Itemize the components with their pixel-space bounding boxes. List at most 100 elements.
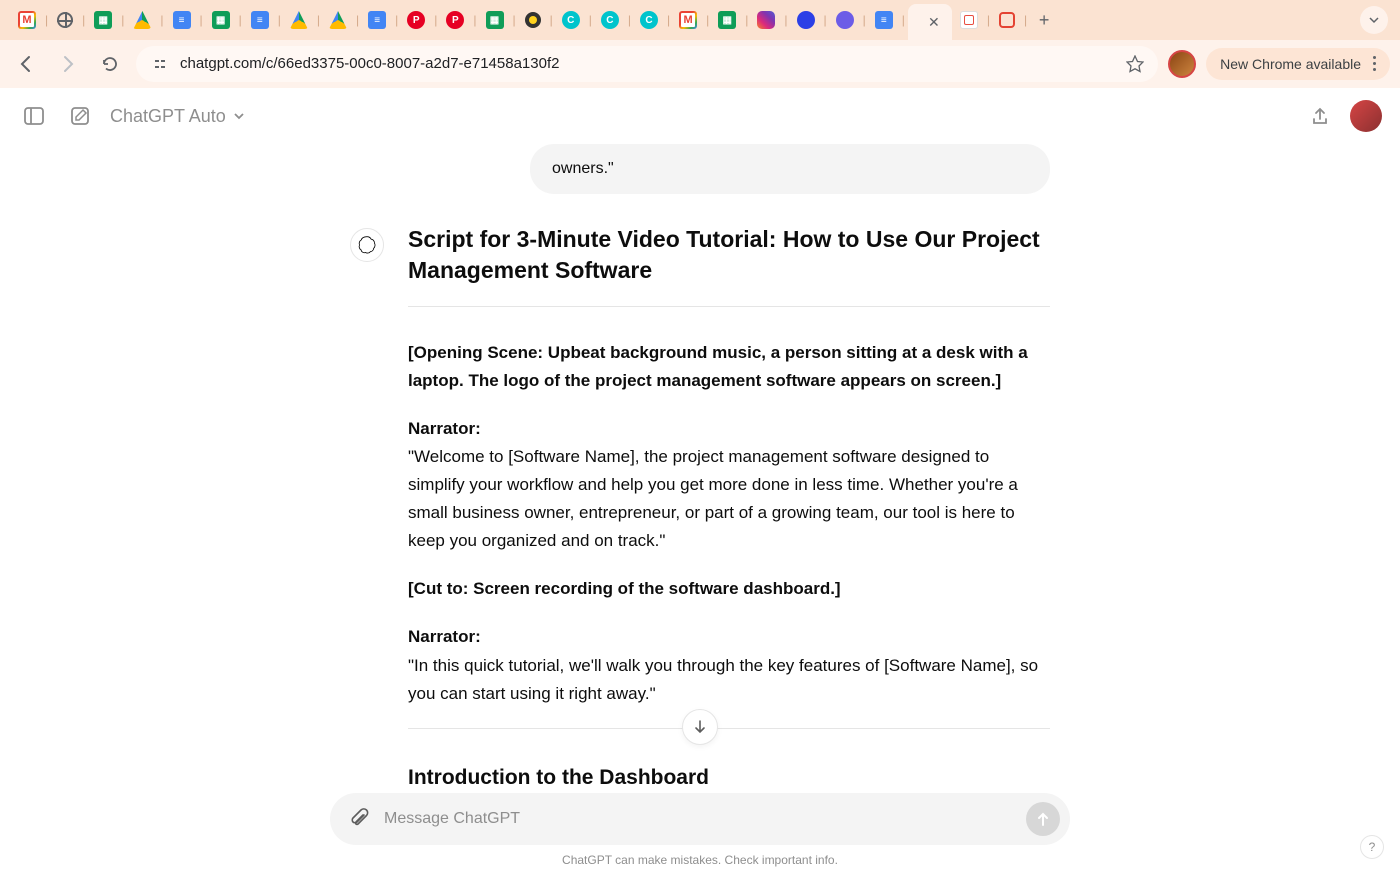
sheets-icon: ▦ [486,11,504,29]
model-selector[interactable]: ChatGPT Auto [110,106,246,127]
forward-button[interactable] [52,48,84,80]
sidebar-toggle-button[interactable] [18,100,50,132]
tab-blue[interactable] [791,7,821,33]
tab-close-button[interactable]: ✕ [926,14,942,30]
circle-icon [797,11,815,29]
tab-gmail[interactable] [12,7,42,33]
tab-drive[interactable] [323,7,353,33]
tab-separator: | [705,13,710,27]
circle-icon [836,11,854,29]
tab-separator: | [433,13,438,27]
hf-icon [525,12,541,28]
tab-gmail[interactable] [673,7,703,33]
tab-separator: | [512,13,517,27]
attach-button[interactable] [346,805,374,833]
tab-separator: | [394,13,399,27]
help-button[interactable]: ? [1360,835,1384,859]
tab-chatgpt-active[interactable]: ✕ [908,4,952,40]
reload-icon [101,55,119,73]
divider [408,728,1050,729]
star-icon [1126,55,1144,73]
tab-separator: | [901,13,906,27]
tab-sheets[interactable]: ▦ [480,7,510,33]
tab-separator: | [823,13,828,27]
tab-separator: | [355,13,360,27]
tab-separator: | [238,13,243,27]
pinterest-icon: P [407,11,425,29]
tab-separator: | [783,13,788,27]
reload-button[interactable] [94,48,126,80]
docs-icon: ≡ [251,11,269,29]
tab-docs[interactable]: ≡ [362,7,392,33]
site-settings-icon[interactable] [150,54,170,74]
upload-icon [1310,106,1330,126]
tab-sheets[interactable]: ▦ [206,7,236,33]
chevron-down-icon [232,109,246,123]
composer-area: ChatGPT can make mistakes. Check importa… [0,793,1400,875]
tab-purple[interactable] [830,7,860,33]
user-avatar[interactable] [1350,100,1382,132]
tab-docs[interactable]: ≡ [167,7,197,33]
tab-separator: | [744,13,749,27]
canva-icon: C [640,11,658,29]
chevron-down-icon [1368,14,1380,26]
tab-todoist[interactable] [993,8,1021,32]
tab-canva[interactable]: C [595,7,625,33]
message-composer[interactable] [330,793,1070,845]
tab-search-button[interactable] [1360,6,1388,34]
tab-separator: | [199,13,204,27]
tab-drive[interactable] [127,7,157,33]
tab-globe[interactable] [51,8,79,32]
tab-insta[interactable] [751,7,781,33]
shortcut-icon [960,11,978,29]
tab-shortcut[interactable] [954,7,984,33]
back-button[interactable] [10,48,42,80]
url-text: chatgpt.com/c/66ed3375-00c0-8007-a2d7-e7… [180,55,559,72]
tab-hf[interactable] [519,8,547,32]
chrome-update-button[interactable]: New Chrome available [1206,48,1390,80]
narrator-label: Narrator: [408,419,481,438]
docs-icon: ≡ [173,11,191,29]
assistant-content: Script for 3-Minute Video Tutorial: How … [408,224,1050,795]
address-bar[interactable]: chatgpt.com/c/66ed3375-00c0-8007-a2d7-e7… [136,46,1158,82]
send-button[interactable] [1026,802,1060,836]
tab-separator: | [1023,13,1028,27]
instagram-icon [757,11,775,29]
tab-separator: | [588,13,593,27]
tab-docs[interactable]: ≡ [869,7,899,33]
tab-separator: | [120,13,125,27]
tab-separator: | [472,13,477,27]
tab-separator: | [627,13,632,27]
tab-drive[interactable] [284,7,314,33]
tab-canva[interactable]: C [634,7,664,33]
chrome-profile-button[interactable] [1168,50,1196,78]
pinterest-icon: P [446,11,464,29]
message-input[interactable] [384,810,1016,828]
narrator-text: "Welcome to [Software Name], the project… [408,447,1018,550]
scroll-to-bottom-button[interactable] [682,709,718,745]
openai-icon [357,235,377,255]
tab-canva[interactable]: C [556,7,586,33]
new-chat-button[interactable] [64,100,96,132]
tab-sheets[interactable]: ▦ [88,7,118,33]
tab-pinterest[interactable]: P [440,7,470,33]
tab-separator: | [81,13,86,27]
gmail-icon [679,11,697,29]
arrow-down-icon [692,719,708,735]
share-button[interactable] [1304,100,1336,132]
tab-docs[interactable]: ≡ [245,7,275,33]
narrator-block: Narrator: "Welcome to [Software Name], t… [408,415,1050,555]
bookmark-button[interactable] [1126,55,1144,73]
disclaimer-text: ChatGPT can make mistakes. Check importa… [20,853,1380,867]
scene-description: [Cut to: Screen recording of the softwar… [408,575,1050,603]
sidebar-icon [23,105,45,127]
browser-toolbar: chatgpt.com/c/66ed3375-00c0-8007-a2d7-e7… [0,40,1400,88]
tab-sheets[interactable]: ▦ [712,7,742,33]
new-tab-button[interactable]: + [1030,6,1058,34]
section-heading: Introduction to the Dashboard [408,761,1050,796]
tab-pinterest[interactable]: P [401,7,431,33]
narrator-block: Narrator: "In this quick tutorial, we'll… [408,623,1050,707]
sheets-icon: ▦ [212,11,230,29]
todoist-icon [999,12,1015,28]
response-title: Script for 3-Minute Video Tutorial: How … [408,224,1050,286]
